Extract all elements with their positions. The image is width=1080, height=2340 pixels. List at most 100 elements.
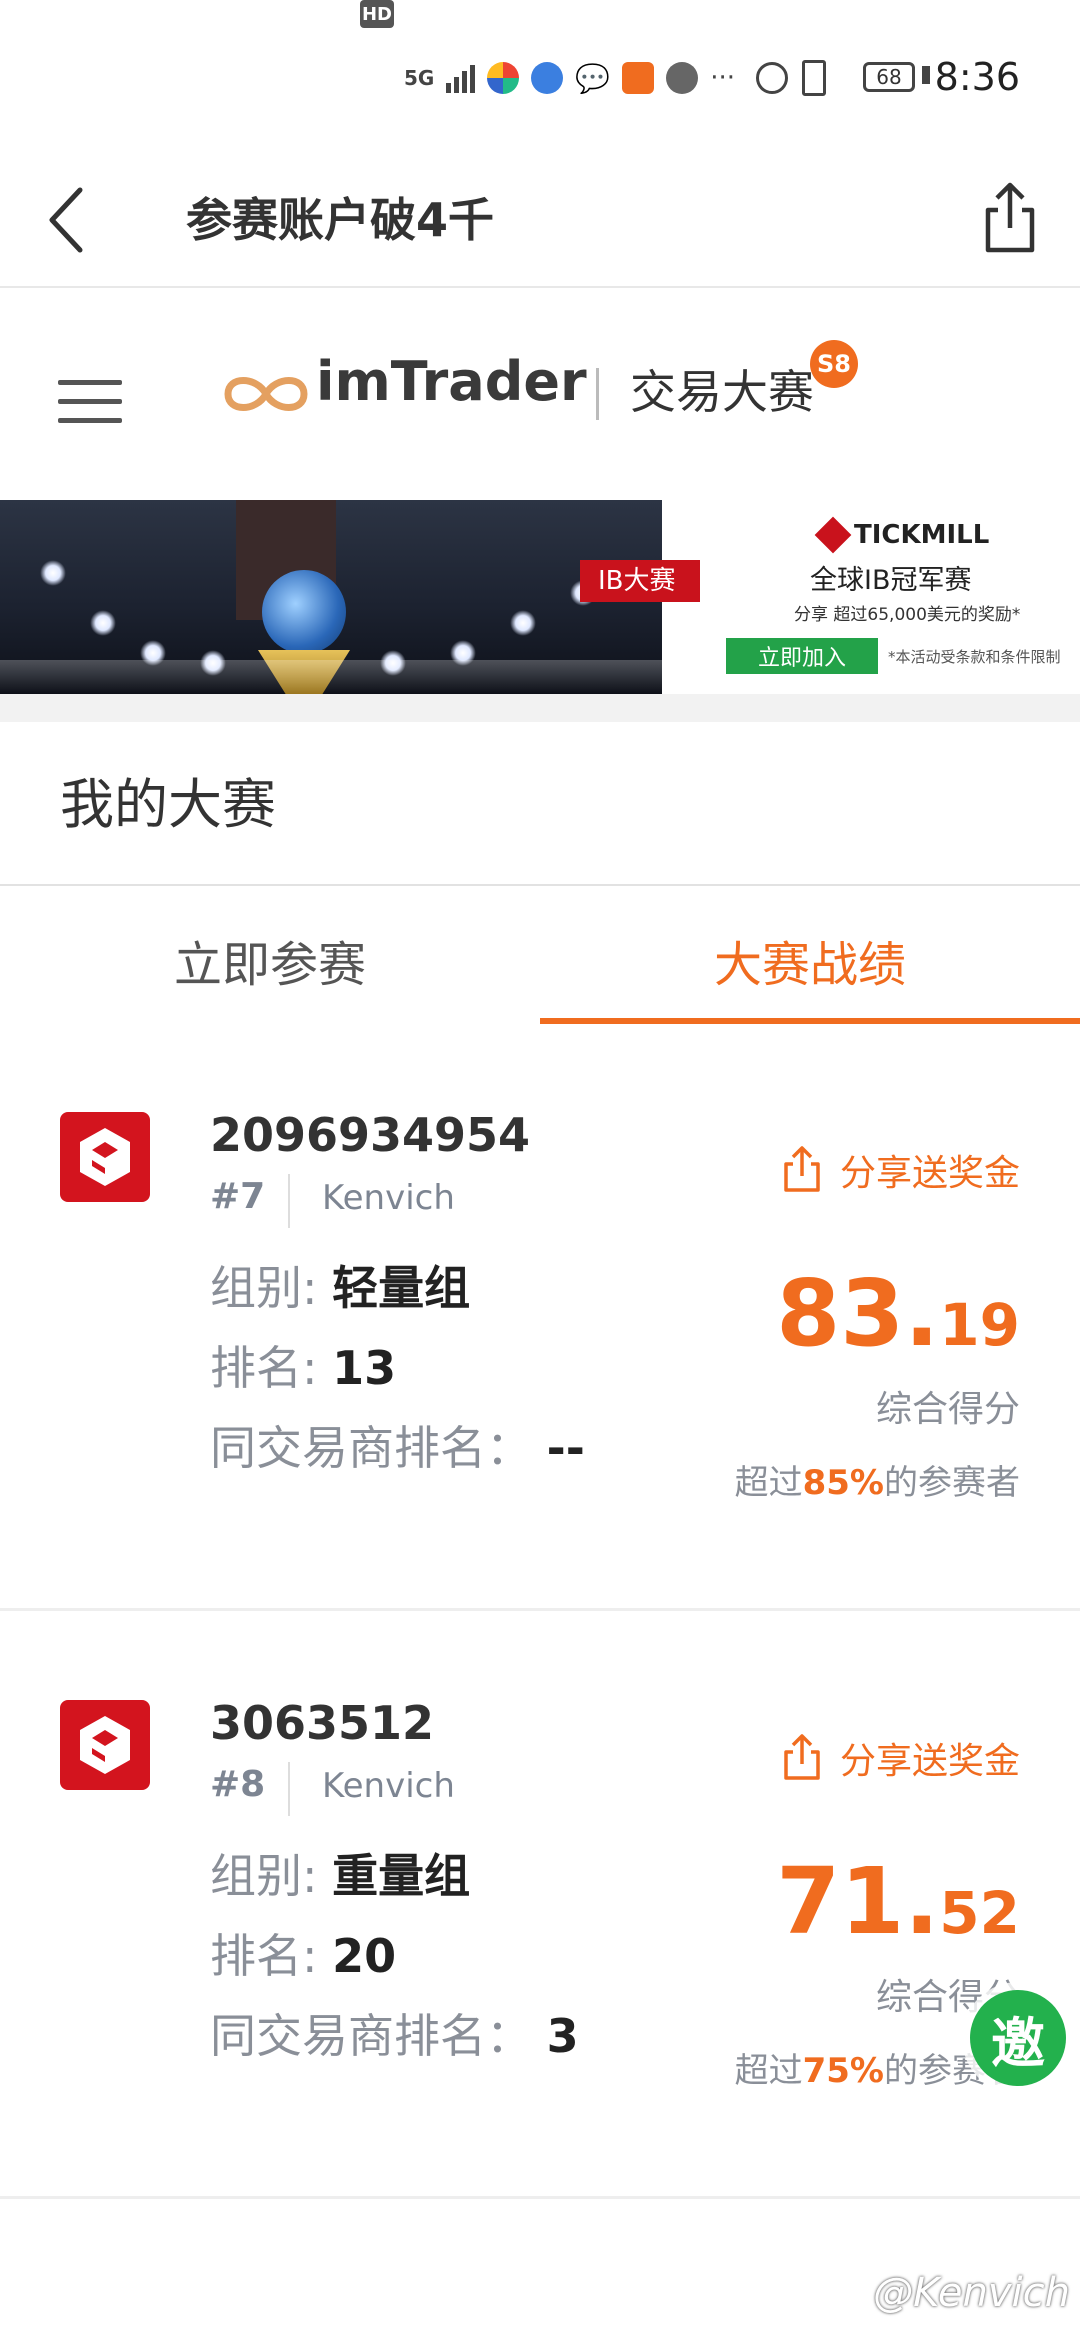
rank-value: 13 [332,1341,397,1395]
account-name: Kenvich [322,1766,455,1806]
rank-value: 20 [332,1929,397,1983]
account-rank-tag: #8 [210,1764,266,1805]
section-title: 我的大赛 [60,773,276,836]
group-row: 组别: 轻量组 [210,1252,470,1318]
score-decimal: 19 [939,1291,1020,1359]
section-spacer [0,694,1080,722]
account-logo-icon [60,1112,150,1202]
season-badge: S8 [810,340,858,388]
share-icon [784,1146,820,1192]
hd-indicator: HD [360,0,394,28]
divider [288,1174,290,1228]
overall-score: 83. 19 [776,1260,1020,1367]
group-label: 组别: [210,1261,318,1315]
brand-logo-text: imTrader [316,350,587,413]
account-logo-icon [60,1700,150,1790]
divider [0,1608,1080,1611]
brand-header: imTrader 交易大赛 S8 [0,288,1080,498]
beat-percentage: 超过85%的参赛者 [735,1455,1020,1504]
beat-prefix: 超过 [734,1463,803,1503]
ib-contest-tag: IB大赛 [580,560,700,602]
rank-label: 排名: [210,1929,318,1983]
share-prize-label: 分享送奖金 [839,1741,1020,1782]
group-label: 组别: [210,1849,318,1903]
stadium-trophy-image [0,500,662,694]
navigation-bar: 参赛账户破4千 [0,150,1080,288]
share-prize-button[interactable]: 分享送奖金 [778,1144,1020,1196]
alarm-icon [756,62,788,94]
page-title: 参赛账户破4千 [186,193,495,247]
signal-icon [446,63,476,93]
banner-description: 分享 超过65,000美元的奖励* [794,605,1021,625]
group-value: 轻量组 [332,1261,471,1315]
vibrate-icon [802,60,826,96]
rank-row: 排名: 20 [210,1920,396,1986]
share-icon [784,1734,820,1780]
share-icon [985,182,1035,253]
broker-rank-label: 同交易商排名： [210,2009,532,2063]
account-card: 2096934954 #7 Kenvich 组别: 轻量组 排名: 13 同交易… [0,1060,1080,1610]
watermark: @Kenvich [873,2270,1070,2316]
app-icon-dark [666,62,699,94]
battery-level: 68 [876,65,902,89]
banner-title: 全球IB冠军赛 [810,565,972,596]
sponsor-name: TICKMILL [854,520,990,550]
active-tab-indicator [540,1018,1080,1024]
account-rank-tag: #7 [210,1176,266,1217]
broker-rank-row: 同交易商排名： -- [210,1412,585,1478]
brand-subtitle: 交易大赛 [630,365,814,419]
beat-value: 75% [802,2051,884,2091]
score-label: 综合得分 [875,1389,1020,1430]
broker-rank-value: 3 [546,2009,579,2063]
back-button[interactable] [40,180,110,260]
account-id: 2096934954 [210,1108,531,1162]
status-bar: HD 5G 💬 ··· 68 8:36 [0,0,1080,150]
beat-suffix: 的参赛者 [884,1463,1020,1503]
score-integer: 71. [776,1848,940,1955]
system-icons [756,60,826,96]
account-name: Kenvich [322,1178,455,1218]
score-decimal: 52 [939,1879,1020,1947]
clock: 8:36 [934,55,1020,99]
beat-prefix: 超过 [734,2051,803,2091]
account-id: 3063512 [210,1696,435,1750]
score-integer: 83. [776,1260,940,1367]
group-value: 重量组 [332,1849,471,1903]
banner-terms-note: *本活动受条款和条件限制 [888,648,1061,666]
share-prize-label: 分享送奖金 [839,1153,1020,1194]
battery-icon: 68 [863,62,915,92]
charging-icon [922,66,930,84]
join-now-button[interactable]: 立即加入 [726,638,878,674]
more-icon: ··· [710,63,736,93]
signal-label: 5G [404,66,435,90]
account-card: 3063512 #8 Kenvich 组别: 重量组 排名: 20 同交易商排名… [0,1648,1080,2198]
tickmill-mark-icon [814,516,852,554]
rank-row: 排名: 13 [210,1332,396,1398]
invite-float-button[interactable]: 邀 [970,1990,1066,2086]
divider [0,2196,1080,2199]
app-icon-blue [531,62,564,94]
chevron-left-icon [49,187,83,253]
beat-value: 85% [802,1463,884,1503]
promo-banner[interactable]: IB大赛 TICKMILL 全球IB冠军赛 分享 超过65,000美元的奖励* … [0,500,1080,694]
tab-join-contest[interactable]: 立即参赛 [0,900,540,1020]
share-prize-button[interactable]: 分享送奖金 [778,1732,1020,1784]
divider [0,884,1080,886]
group-row: 组别: 重量组 [210,1840,470,1906]
menu-button[interactable] [58,380,122,424]
tickmill-logo: TICKMILL [814,516,990,554]
share-button[interactable] [970,176,1050,260]
overall-score: 71. 52 [776,1848,1020,1955]
broker-rank-value: -- [546,1421,585,1475]
broker-rank-row: 同交易商排名： 3 [210,2000,579,2066]
divider [288,1762,290,1816]
tab-contest-results[interactable]: 大赛战绩 [540,900,1080,1020]
infinity-logo-icon [220,366,312,422]
logo-divider [596,368,599,420]
broker-rank-label: 同交易商排名： [210,1421,532,1475]
app-icon-orange [622,62,655,94]
wechat-icon: 💬 [575,61,611,95]
status-icons: 5G 💬 ··· [400,58,735,98]
app-icon-colorful [487,62,520,94]
rank-label: 排名: [210,1341,318,1395]
